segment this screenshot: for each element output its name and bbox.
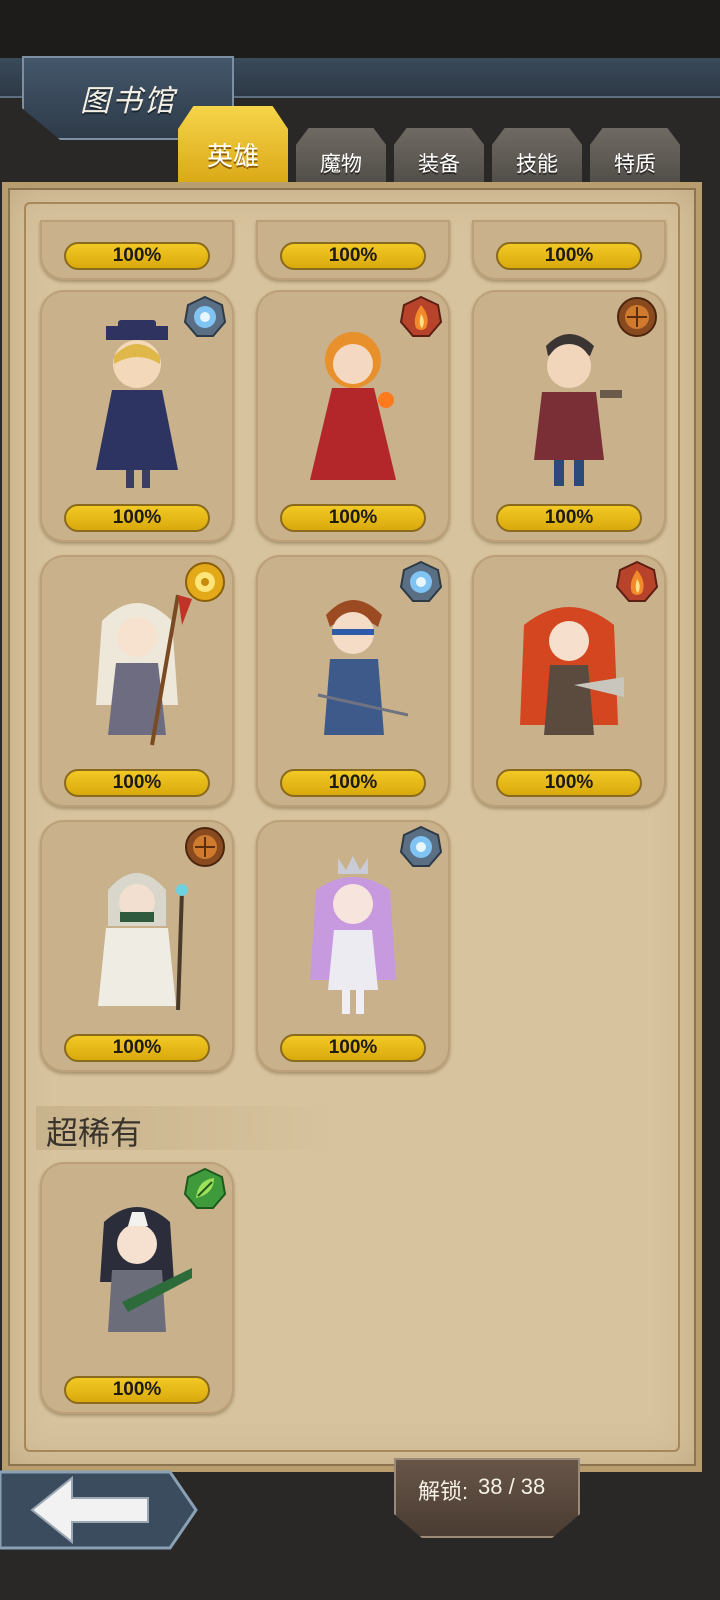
page-title: 图书馆	[80, 84, 176, 119]
hero-flag-knight-figure	[96, 594, 192, 746]
back-button[interactable]	[0, 1466, 200, 1554]
tab-monsters[interactable]: 魔物	[296, 128, 386, 188]
hero-ice-princess-figure	[310, 856, 396, 1014]
progress-label: 100%	[280, 769, 426, 797]
progress-label: 100%	[496, 769, 642, 797]
hero-card-partial[interactable]: 100%	[256, 220, 450, 280]
hero-card[interactable]: 100%	[256, 290, 450, 542]
progress-label: 100%	[64, 769, 210, 797]
unlock-label: 解锁:	[418, 1479, 469, 1504]
hero-lancer-figure	[317, 600, 408, 735]
hero-card-partial[interactable]: 100%	[40, 220, 234, 280]
section-title-super-rare: 超稀有	[46, 1114, 143, 1152]
hero-drill-lancer-figure	[520, 607, 624, 735]
hero-card[interactable]: 100%	[40, 1162, 234, 1414]
tab-heroes[interactable]: 英雄	[178, 106, 288, 188]
hero-card[interactable]: 100%	[256, 555, 450, 807]
hero-gunslinger-figure	[534, 334, 622, 486]
unlock-count: 38 / 38	[478, 1474, 546, 1499]
progress-label: 100%	[280, 504, 426, 532]
status-bar-area	[0, 0, 720, 60]
hero-magician-figure	[96, 320, 178, 488]
hero-card[interactable]: 100%	[472, 555, 666, 807]
tab-traits[interactable]: 特质	[590, 128, 680, 188]
progress-label: 100%	[496, 242, 642, 270]
progress-label: 100%	[496, 504, 642, 532]
tab-equipment[interactable]: 装备	[394, 128, 484, 188]
hero-hooded-mage-figure	[98, 873, 188, 1011]
hero-card[interactable]: 100%	[40, 820, 234, 1072]
hero-card-partial[interactable]: 100%	[472, 220, 666, 280]
progress-label: 100%	[64, 504, 210, 532]
hero-card[interactable]: 100%	[40, 555, 234, 807]
progress-label: 100%	[280, 1034, 426, 1062]
progress-label: 100%	[64, 1376, 210, 1404]
hero-sorceress-figure	[310, 332, 396, 480]
progress-label: 100%	[64, 1034, 210, 1062]
progress-label: 100%	[64, 242, 210, 270]
hero-card[interactable]: 100%	[40, 290, 234, 542]
hero-card[interactable]: 100%	[256, 820, 450, 1072]
hero-card[interactable]: 100%	[472, 290, 666, 542]
hero-fox-ninja-figure	[100, 1207, 192, 1332]
progress-label: 100%	[280, 242, 426, 270]
tab-skills[interactable]: 技能	[492, 128, 582, 188]
